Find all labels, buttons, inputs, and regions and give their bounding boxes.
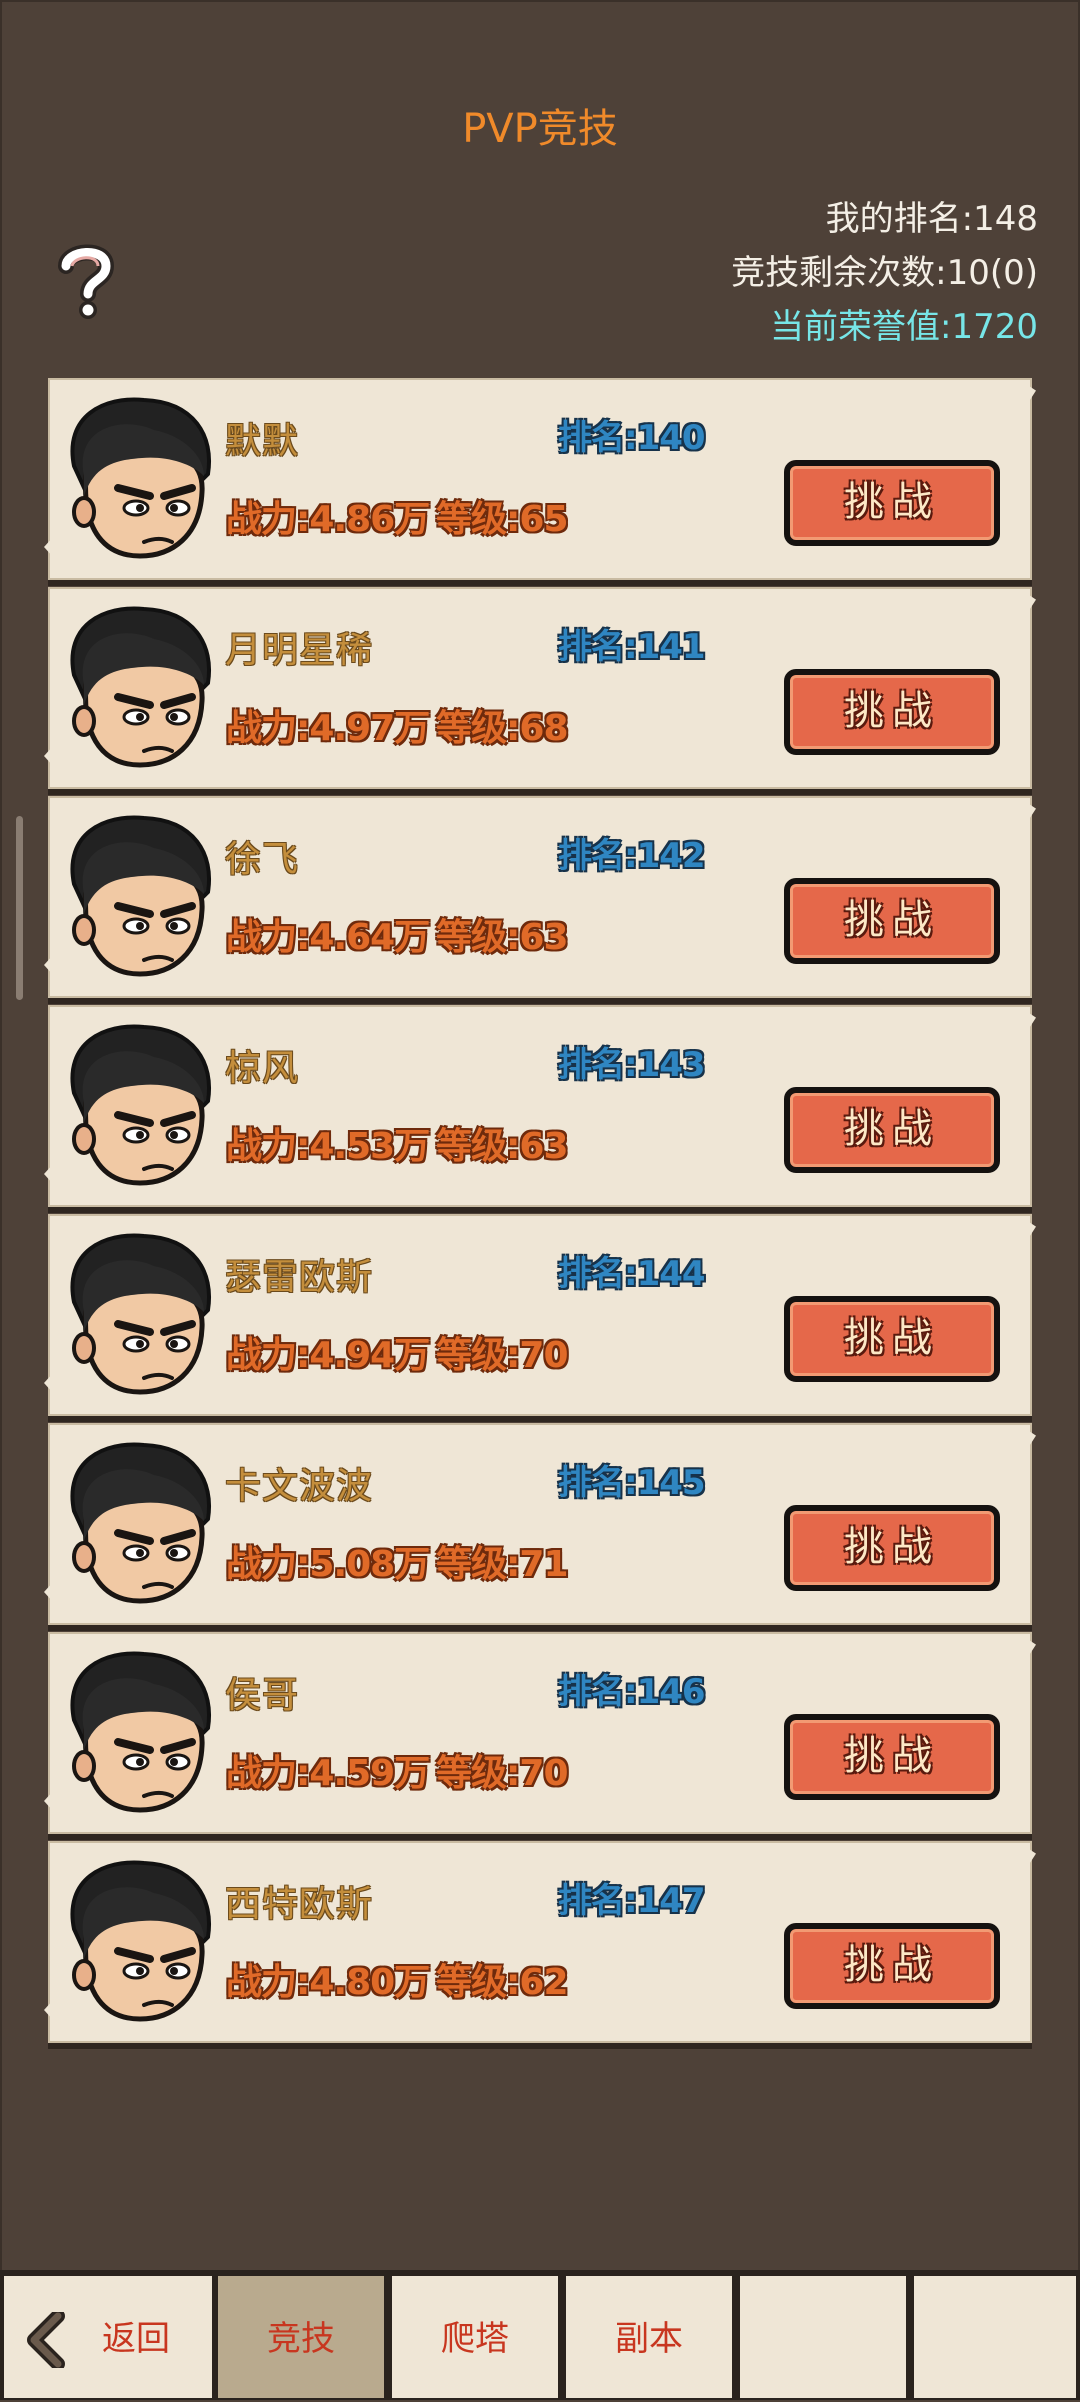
tab-arena[interactable]: 竞技 — [216, 2274, 386, 2400]
question-icon[interactable] — [58, 244, 114, 320]
challenge-button[interactable]: 挑战 — [784, 1087, 1000, 1173]
opponent-power: 战力:4.86万 — [226, 499, 430, 540]
challenge-button[interactable]: 挑战 — [784, 669, 1000, 755]
opponent-name: 默默 — [225, 421, 300, 462]
opponent-rank: 排名:147 — [558, 1881, 706, 1921]
opponent-name: 卡文波波 — [225, 1466, 374, 1507]
player-stats: 我的排名:148 竞技剩余次数:10(0) 当前荣誉值:1720 — [731, 192, 1038, 354]
opponent-level: 等级:71 — [436, 1544, 568, 1585]
opponent-rank: 排名:144 — [558, 1254, 706, 1294]
hero-avatar-icon — [70, 1024, 211, 1186]
opponent-card: 侯哥 排名:146 战力:4.59万 等级:70 挑战 — [44, 1632, 1036, 1834]
back-arrow-icon — [27, 2312, 65, 2368]
opponent-power: 战力:4.59万 — [226, 1753, 430, 1794]
hero-avatar-icon — [70, 397, 211, 559]
opponent-level: 等级:65 — [436, 499, 568, 540]
opponent-rank: 排名:141 — [558, 627, 706, 667]
tab-empty-2[interactable] — [912, 2274, 1078, 2400]
opponent-card: 卡文波波 排名:145 战力:5.08万 等级:71 挑战 — [44, 1423, 1036, 1625]
opponent-level: 等级:70 — [436, 1335, 568, 1376]
opponent-power: 战力:4.80万 — [226, 1962, 430, 2003]
hero-avatar-icon — [70, 606, 211, 768]
opponent-name: 侯哥 — [225, 1675, 300, 1716]
opponent-card: 西特欧斯 排名:147 战力:4.80万 等级:62 挑战 — [44, 1841, 1036, 2043]
challenge-button[interactable]: 挑战 — [784, 1505, 1000, 1591]
hero-avatar-icon — [70, 1442, 211, 1604]
my-rank: 我的排名:148 — [825, 199, 1038, 239]
opponent-card: 徐飞 排名:142 战力:4.64万 等级:63 挑战 — [44, 796, 1036, 998]
opponent-name: 月明星稀 — [225, 630, 374, 671]
opponent-power: 战力:4.94万 — [226, 1335, 430, 1376]
opponent-power: 战力:5.08万 — [226, 1544, 430, 1585]
opponent-rank: 排名:146 — [558, 1672, 706, 1712]
opponent-level: 等级:68 — [436, 708, 568, 749]
tab-back[interactable]: 返回 — [2, 2274, 214, 2400]
opponent-card: 椋风 排名:143 战力:4.53万 等级:63 挑战 — [44, 1005, 1036, 1207]
tab-label: 爬塔 — [441, 2319, 509, 2359]
tab-label: 返回 — [102, 2319, 170, 2359]
page-title: PVP竞技 — [462, 106, 618, 152]
hero-avatar-icon — [70, 1860, 211, 2022]
hero-avatar-icon — [70, 1233, 211, 1395]
challenge-button[interactable]: 挑战 — [784, 1714, 1000, 1800]
opponent-rank: 排名:142 — [558, 836, 706, 876]
tab-label: 竞技 — [267, 2319, 335, 2359]
opponent-power: 战力:4.97万 — [226, 708, 430, 749]
hero-avatar-icon — [70, 1651, 211, 1813]
bottom-nav: 返回 竞技 爬塔 副本 — [0, 2270, 1080, 2400]
opponent-name: 瑟雷欧斯 — [225, 1257, 374, 1298]
opponent-card: 瑟雷欧斯 排名:144 战力:4.94万 等级:70 挑战 — [44, 1214, 1036, 1416]
challenge-button[interactable]: 挑战 — [784, 1296, 1000, 1382]
opponent-name: 西特欧斯 — [225, 1884, 374, 1925]
opponent-level: 等级:70 — [436, 1753, 568, 1794]
challenge-button[interactable]: 挑战 — [784, 460, 1000, 546]
challenge-button[interactable]: 挑战 — [784, 1923, 1000, 2009]
opponent-rank: 排名:140 — [558, 418, 706, 458]
remaining-attempts: 竞技剩余次数:10(0) — [731, 253, 1038, 293]
hero-avatar-icon — [70, 815, 211, 977]
opponent-power: 战力:4.53万 — [226, 1126, 430, 1167]
opponent-name: 椋风 — [225, 1048, 300, 1089]
opponent-rank: 排名:145 — [558, 1463, 706, 1503]
tab-label: 副本 — [615, 2319, 683, 2359]
opponent-card: 月明星稀 排名:141 战力:4.97万 等级:68 挑战 — [44, 587, 1036, 789]
opponent-name: 徐飞 — [225, 839, 300, 880]
opponent-level: 等级:63 — [436, 1126, 568, 1167]
tab-tower[interactable]: 爬塔 — [390, 2274, 560, 2400]
scrollbar[interactable] — [16, 816, 23, 1000]
opponent-level: 等级:63 — [436, 917, 568, 958]
opponent-card: 默默 排名:140 战力:4.86万 等级:65 挑战 — [44, 378, 1036, 580]
honor-value: 当前荣誉值:1720 — [770, 307, 1038, 347]
opponent-level: 等级:62 — [436, 1962, 568, 2003]
tab-empty-1[interactable] — [738, 2274, 908, 2400]
challenge-button[interactable]: 挑战 — [784, 878, 1000, 964]
opponent-power: 战力:4.64万 — [226, 917, 430, 958]
opponent-rank: 排名:143 — [558, 1045, 706, 1085]
tab-dungeon[interactable]: 副本 — [564, 2274, 734, 2400]
